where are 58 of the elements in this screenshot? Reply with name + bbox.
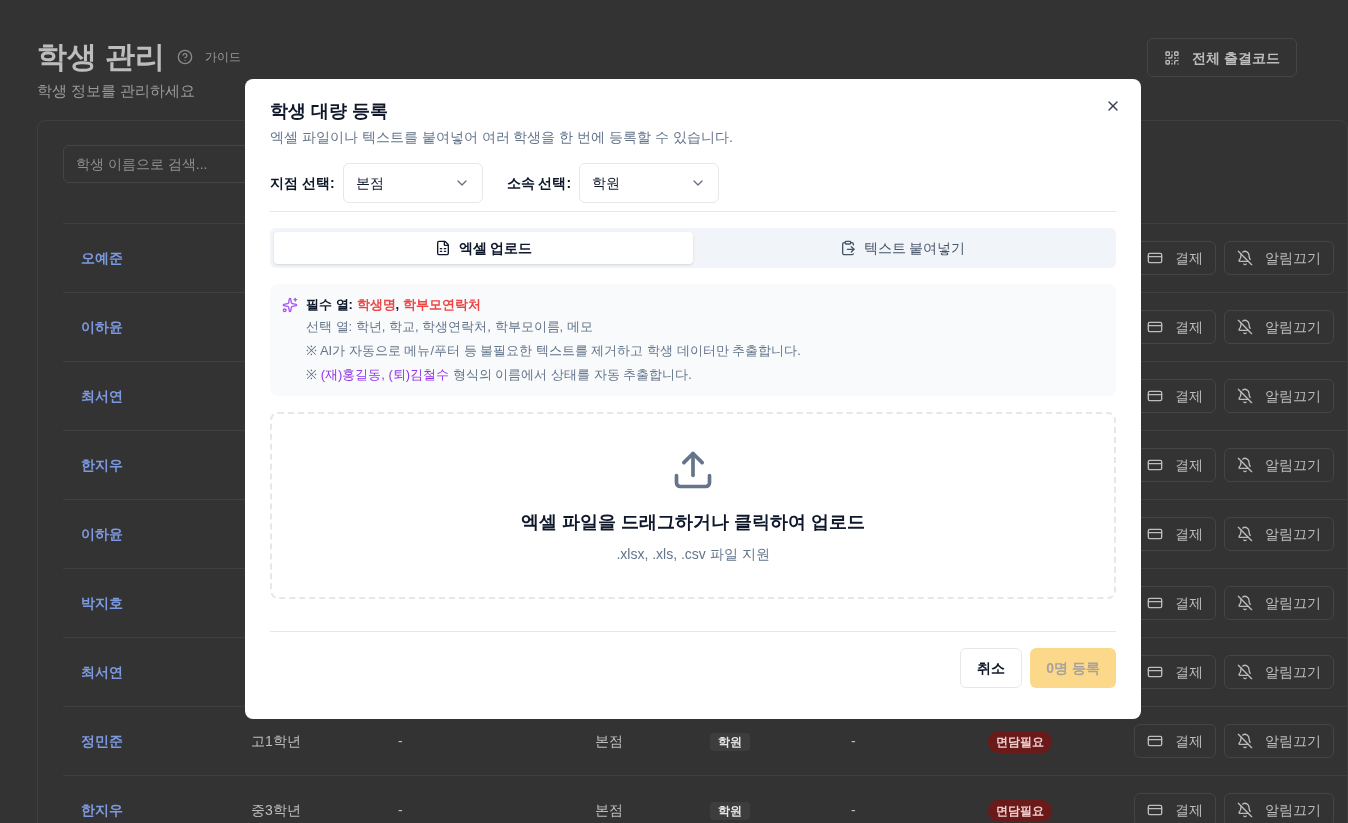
branch-cell-text: 본점 [595,800,624,820]
affiliation-badge: 학원 [710,801,750,820]
help-icon[interactable] [177,49,194,65]
clipboard-icon [839,240,856,256]
grade-cell-text: 중3학년 [251,800,302,820]
table-cell-text: - [851,731,857,751]
bell-off-icon [1237,387,1253,404]
info-text: ※ AI가 자동으로 메뉴/푸터 등 불필요한 텍스트를 제거하고 학생 데이터만 추출합니다. [306,342,801,360]
dialog-description: 엑셀 파일이나 텍스트를 붙여넣어 여러 학생을 한 번에 등록할 수 있습니다. [270,128,734,147]
dropdown[interactable]: 본점 [342,163,483,203]
bell-off-icon [1237,525,1253,542]
spreadsheet-file-icon [434,240,451,256]
info-text: 필수 열: 학생명, 학부모연락처 [306,296,482,314]
dropdown[interactable]: 학원 [579,163,720,203]
mute-alerts-button[interactable]: 알림끄기 [1224,585,1334,620]
tab[interactable]: 엑셀 업로드 [274,232,693,264]
mute-alerts-button[interactable]: 알림끄기 [1224,723,1334,758]
bell-off-icon [1237,318,1253,335]
file-dropzone[interactable]: 엑셀 파일을 드래그하거나 클릭하여 업로드 .xlsx, .xls, .csv 파일 지원 [270,412,1116,599]
info-text: 선택 열: 학년, 학교, 학생연락처, 학부모이름, 메모 [306,318,594,336]
dropzone-title: 엑셀 파일을 드래그하거나 클릭하여 업로드 [521,510,865,534]
guide-link[interactable]: 가이드 [205,49,242,65]
mute-alerts-button[interactable]: 알림끄기 [1224,240,1334,275]
mute-alerts-button[interactable]: 알림끄기 [1224,447,1334,482]
status-badge: 면담필요 [988,799,1052,822]
branch-cell-text: 본점 [595,731,624,751]
qr-code-icon [1164,49,1181,66]
bell-off-icon [1237,801,1253,818]
mute-alerts-button[interactable]: 알림끄기 [1224,792,1334,823]
student-name-link[interactable]: 한지우 [63,799,251,820]
payment-button[interactable]: 결제 [1134,723,1216,758]
bell-off-icon [1237,663,1253,680]
mute-alerts-button[interactable]: 알림끄기 [1224,654,1334,689]
dropzone-hint: .xlsx, .xls, .csv 파일 지원 [616,544,770,564]
table-cell-text: - [398,800,404,820]
tab[interactable]: 텍스트 붙여넣기 [693,232,1112,264]
table-cell-text: - [398,731,404,751]
table-cell-text: - [851,800,857,820]
attendance-code-button[interactable]: 전체 출결코드 [1147,38,1297,77]
page-title: 학생 관리 [37,39,166,75]
mute-alerts-button[interactable]: 알림끄기 [1224,309,1334,344]
bell-off-icon [1237,249,1253,266]
bell-off-icon [1237,594,1253,611]
mute-alerts-button[interactable]: 알림끄기 [1224,516,1334,551]
mute-alerts-button[interactable]: 알림끄기 [1224,378,1334,413]
affiliation-badge: 학원 [710,732,750,751]
cancel-button[interactable]: 취소 [960,648,1023,688]
student-name-link[interactable]: 정민준 [63,730,251,751]
grade-cell-text: 고1학년 [251,731,302,751]
dialog-title: 학생 대량 등록 [270,100,388,123]
sparkle-icon [282,297,298,313]
bell-off-icon [1237,732,1253,749]
payment-button[interactable]: 결제 [1134,792,1216,823]
page-subtitle: 학생 정보를 관리하세요 [37,81,197,101]
info-text: ※ (재)홍길동, (퇴)김철수 형식의 이름에서 상태를 자동 추출합니다. [306,366,693,384]
bell-off-icon [1237,456,1253,473]
select-label: 소속 선택: [506,174,572,193]
status-badge: 면담필요 [988,730,1052,753]
